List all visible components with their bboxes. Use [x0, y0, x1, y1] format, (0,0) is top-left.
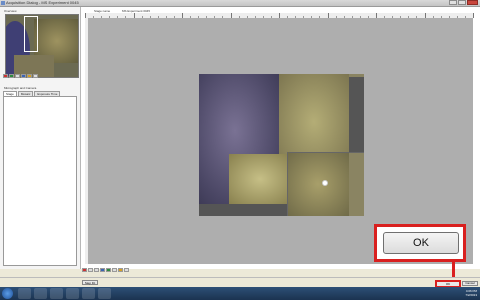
- add-icon[interactable]: [106, 268, 111, 272]
- taskbar-app-explorer[interactable]: [18, 288, 31, 299]
- start-button[interactable]: [2, 288, 13, 299]
- overview-toolbar: [3, 74, 38, 78]
- stage-position-marker[interactable]: [322, 180, 328, 186]
- close-button[interactable]: [467, 0, 478, 5]
- grid-icon[interactable]: [112, 268, 117, 272]
- zoom-in-icon[interactable]: [88, 268, 93, 272]
- system-tray: 4:06 PM 7/2/2013: [465, 289, 477, 297]
- refresh-icon[interactable]: [9, 74, 14, 78]
- stage-toolbar: [82, 268, 129, 272]
- fit-icon[interactable]: [124, 268, 129, 272]
- zoom-icon[interactable]: [15, 74, 20, 78]
- app-icon: [1, 1, 5, 5]
- taskbar-app-media[interactable]: [50, 288, 63, 299]
- zoom-out-icon[interactable]: [94, 268, 99, 272]
- taskbar-app-files[interactable]: [66, 288, 79, 299]
- select-icon[interactable]: [100, 268, 105, 272]
- viewport-rect[interactable]: [24, 16, 38, 52]
- overview-thumbnail[interactable]: [5, 14, 79, 78]
- maximize-button[interactable]: [458, 0, 466, 5]
- delete-icon[interactable]: [82, 268, 87, 272]
- fit-icon[interactable]: [33, 74, 38, 78]
- move-icon[interactable]: [21, 74, 26, 78]
- mosaic-image[interactable]: [199, 74, 364, 216]
- taskbar-app-microscope[interactable]: [82, 288, 95, 299]
- window-controls: [448, 0, 478, 5]
- settings-icon[interactable]: [27, 74, 32, 78]
- delete-icon[interactable]: [3, 74, 8, 78]
- settings-label: Micrograph and Camera: [4, 86, 37, 90]
- clock-date: 7/2/2013: [465, 293, 477, 297]
- overview-label: Overview: [4, 9, 17, 13]
- taskbar: 4:06 PM 7/2/2013: [0, 287, 480, 300]
- dialog-button-bar: [0, 277, 480, 287]
- tab-panel: [3, 96, 77, 266]
- cancel-button[interactable]: Cancel: [462, 281, 478, 286]
- title-bar: Acquisition Dialog - MS Experiment 0045: [0, 0, 480, 7]
- ok-button-zoomed[interactable]: OK: [383, 232, 459, 254]
- ok-callout: OK: [374, 224, 466, 262]
- ruler-tick: [473, 13, 474, 18]
- step-button[interactable]: Step Fit: [82, 280, 98, 285]
- settings-icon[interactable]: [118, 268, 123, 272]
- taskbar-app-browser[interactable]: [34, 288, 47, 299]
- taskbar-app-acquisition[interactable]: [98, 288, 111, 299]
- minimize-button[interactable]: [449, 0, 457, 5]
- window-title: Acquisition Dialog - MS Experiment 0045: [6, 0, 79, 5]
